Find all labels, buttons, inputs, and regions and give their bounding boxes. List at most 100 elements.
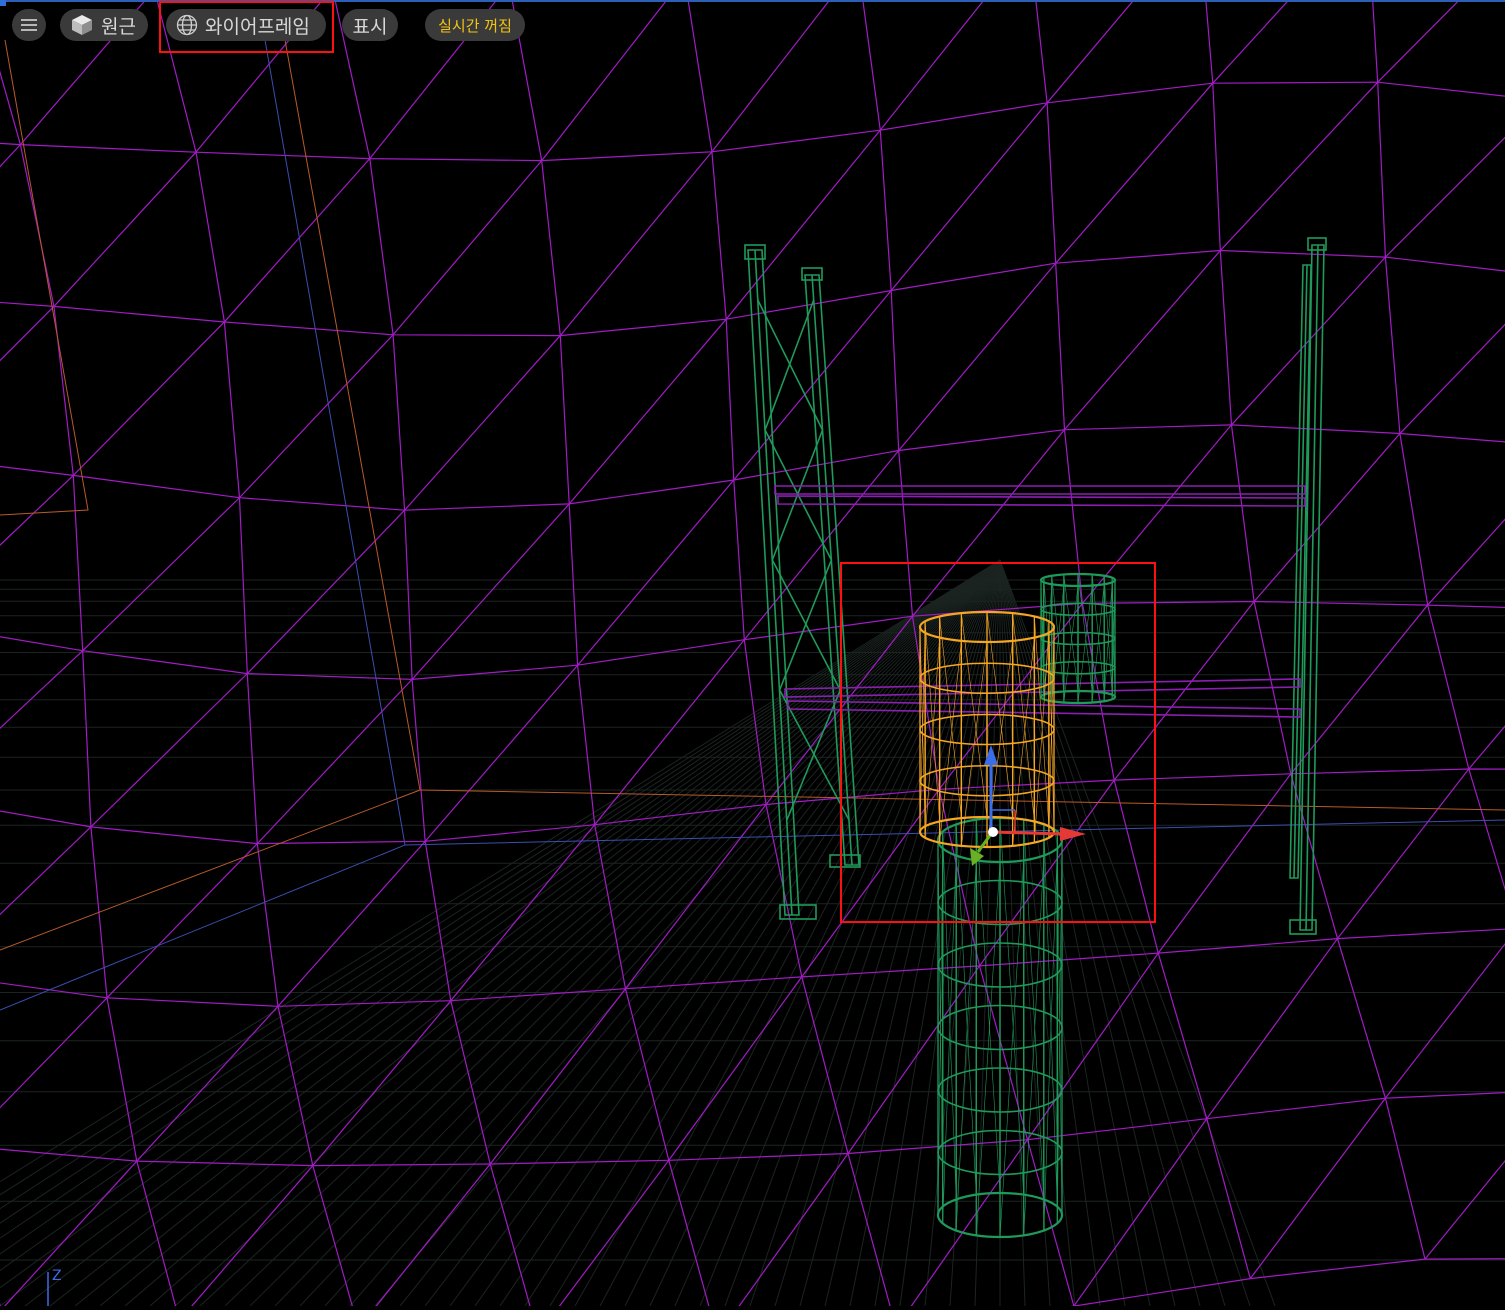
grid-diagonal	[1249, 1097, 1386, 1280]
floor-grid-line	[174, 559, 1001, 1307]
grid-diagonal	[187, 1165, 314, 1310]
floor-grid-line	[424, 559, 1001, 1307]
grid-diagonal	[256, 678, 413, 845]
floor-grid-line	[299, 559, 1001, 1307]
perspective-label: 원근	[101, 15, 136, 38]
grid-diagonal	[577, 479, 735, 666]
grid-diagonal	[1468, 725, 1505, 770]
grid-diagonal	[1212, 0, 1290, 84]
wireframe-toggle-button[interactable]: 와이어프레임	[166, 9, 326, 41]
grid-diagonal	[847, 965, 980, 1154]
grid-diagonal	[0, 650, 84, 729]
floor-grid-line	[674, 559, 1001, 1307]
grid-diagonal	[568, 318, 727, 505]
grid-diagonal	[392, 160, 543, 336]
grid-diagonal	[1424, 1159, 1505, 1260]
corner-marker	[0, 0, 6, 6]
gizmo-x-arrow	[1060, 827, 1086, 841]
cube-icon	[70, 13, 94, 37]
grid-line	[1205, 0, 1426, 1260]
floor-grid-line	[349, 559, 1001, 1307]
grid-diagonal	[1384, 136, 1505, 258]
grid-diagonal	[90, 673, 248, 828]
floor-grid-line	[724, 559, 1001, 1307]
grid-diagonal	[404, 335, 561, 511]
grid-line	[0, 600, 1505, 681]
wireframe-label: 와이어프레임	[205, 15, 310, 38]
grid-diagonal	[239, 334, 394, 499]
show-label: 표시	[352, 15, 388, 38]
grid-diagonal	[668, 976, 803, 1161]
grid-diagonal	[711, 0, 831, 153]
grid-diagonal	[0, 306, 55, 362]
grid-diagonal	[53, 151, 197, 307]
gizmo-z-arrow	[984, 745, 998, 765]
gizmo-center	[988, 827, 998, 837]
floor-grid-line	[549, 559, 1001, 1307]
grid-diagonal	[1253, 433, 1401, 602]
grid-diagonal	[559, 151, 713, 336]
floor-grid-line	[199, 559, 1001, 1307]
grid-diagonal	[450, 824, 596, 1002]
grid-diagonal	[907, 1139, 1028, 1310]
room-outline	[0, 39, 1505, 1011]
axis-indicator-label: Z	[52, 1268, 62, 1284]
grid-diagonal	[1399, 323, 1505, 434]
grid-diagonal	[82, 497, 240, 652]
grid-diagonal	[223, 158, 371, 323]
realtime-status-label: 실시간 꺼짐	[438, 16, 512, 35]
wireframe-scene[interactable]	[0, 0, 1505, 1310]
floor-grid-line	[274, 559, 1001, 1307]
grid-diagonal	[0, 144, 21, 168]
grid-diagonal	[72, 321, 225, 476]
show-menu-button[interactable]: 표시	[342, 9, 398, 41]
floor-grid-line	[324, 559, 1001, 1307]
rack-beam	[774, 485, 1306, 495]
gizmo-x-axis	[992, 830, 1063, 836]
floor-grid-line	[49, 559, 1001, 1307]
grid-line	[1372, 0, 1505, 891]
floor-grid-line	[399, 559, 1001, 1307]
grid-diagonal	[879, 0, 985, 131]
grid-diagonal	[725, 129, 881, 320]
grid-diagonal	[1337, 768, 1470, 939]
3d-viewport[interactable]	[0, 0, 1505, 1310]
grid-diagonal	[1377, 0, 1461, 83]
grid-diagonal	[1064, 250, 1221, 431]
floor-grid-line	[649, 559, 1001, 1307]
grid-line	[0, 81, 1505, 162]
floor-grid	[0, 559, 1505, 1307]
grid-diagonal	[106, 843, 258, 999]
realtime-status-badge[interactable]: 실시간 꺼짐	[425, 9, 525, 41]
floor-grid-line	[449, 559, 1001, 1307]
gizmo-y-axis	[976, 833, 993, 853]
grid-diagonal	[0, 826, 92, 916]
grid-diagonal	[1073, 1118, 1208, 1307]
perspective-toggle-button[interactable]: 원근	[60, 9, 148, 41]
grid-diagonal	[541, 0, 668, 161]
grid-diagonal	[1219, 81, 1379, 251]
selected-barrel	[918, 610, 1056, 849]
grid-diagonal	[1055, 82, 1214, 264]
grid-diagonal	[411, 503, 570, 680]
barrel-stack	[936, 816, 1064, 1239]
menu-button[interactable]	[12, 9, 46, 41]
hamburger-menu-icon	[21, 18, 37, 32]
grid-diagonal	[277, 840, 426, 1007]
floor-grid-line	[74, 559, 1001, 1307]
grid-diagonal	[372, 1163, 491, 1310]
floor-grid-line	[24, 559, 1001, 1307]
grid-diagonal	[1427, 518, 1505, 606]
grid-diagonal	[735, 1153, 849, 1310]
window-top-border	[0, 0, 1505, 2]
grid-diagonal	[0, 1160, 138, 1310]
grid-diagonal	[1384, 942, 1505, 1099]
floor-grid-line	[374, 559, 1001, 1307]
grid-diagonal	[246, 509, 406, 675]
floor-grid-line	[224, 559, 1001, 1307]
grid-diagonal	[898, 262, 1057, 451]
grid-diagonal	[890, 102, 1048, 291]
grid-diagonal	[0, 997, 108, 1109]
background-barrel	[1039, 572, 1117, 705]
globe-icon	[176, 14, 198, 36]
